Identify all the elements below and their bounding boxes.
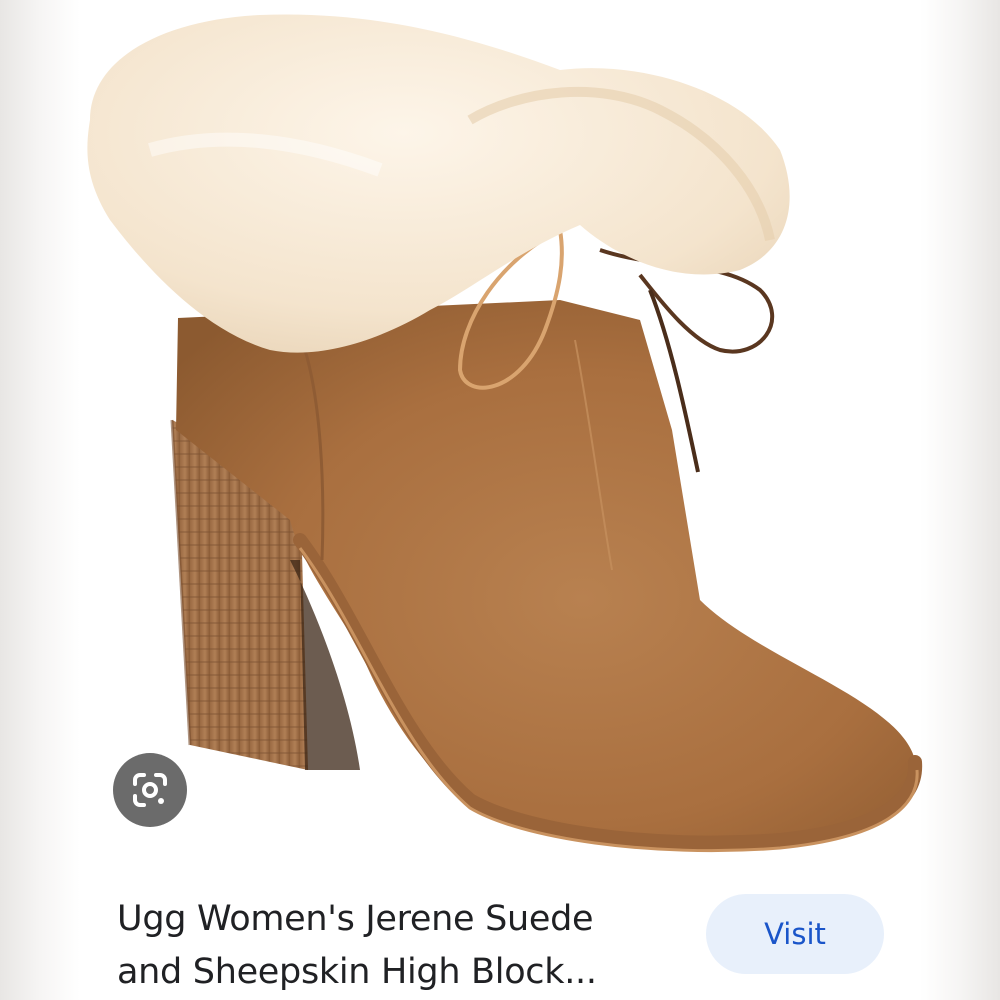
google-lens-icon bbox=[133, 773, 167, 807]
product-title[interactable]: Ugg Women's Jerene Suede and Sheepskin H… bbox=[117, 893, 677, 999]
product-title-line-2: and Sheepskin High Block... bbox=[117, 952, 597, 992]
visit-button[interactable]: Visit bbox=[706, 894, 884, 974]
product-image[interactable] bbox=[0, 0, 1000, 880]
google-lens-button[interactable] bbox=[113, 753, 187, 827]
product-title-line-1: Ugg Women's Jerene Suede bbox=[117, 899, 594, 939]
